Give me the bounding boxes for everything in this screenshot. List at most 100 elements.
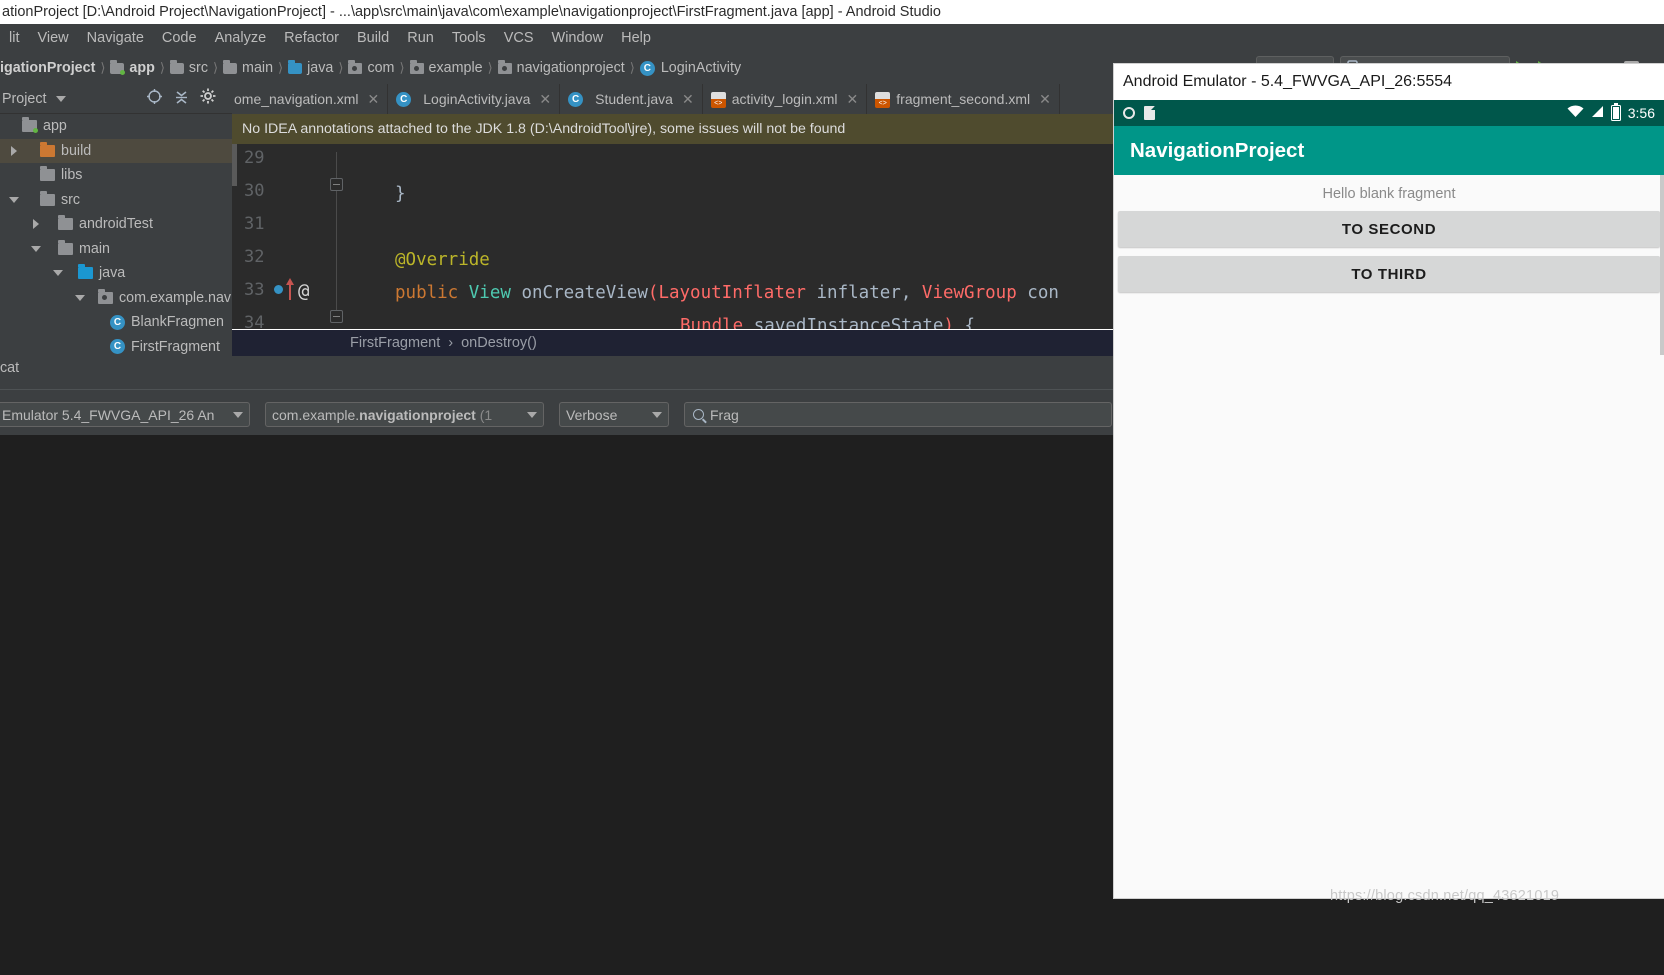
code-fold-marker[interactable] xyxy=(330,310,343,323)
menu-item-navigate[interactable]: Navigate xyxy=(78,30,153,46)
gear-icon[interactable] xyxy=(200,88,216,109)
record-icon xyxy=(1123,107,1135,119)
breadcrumb-item-src[interactable]: src xyxy=(169,59,208,76)
tree-node-androidtest[interactable]: androidTest xyxy=(0,212,232,237)
breadcrumb-item-loginactivity[interactable]: C LoginActivity xyxy=(639,60,741,76)
code-line-32: @Override xyxy=(395,250,490,270)
editor-tab-nav-graph[interactable]: ome_navigation.xml ✕ xyxy=(232,84,389,114)
menu-item-code[interactable]: Code xyxy=(153,30,206,46)
status-left-icons xyxy=(1123,106,1155,120)
logcat-output-area xyxy=(0,435,1114,975)
class-icon: C xyxy=(110,314,125,330)
tree-node-src[interactable]: src xyxy=(0,188,232,213)
line-number: 29 xyxy=(244,148,265,168)
breadcrumb-separator-icon: ⟩ xyxy=(629,60,635,75)
logcat-process-selector[interactable]: com.example.navigationproject (1 xyxy=(265,402,544,427)
collapse-arrow-icon[interactable] xyxy=(6,192,22,208)
overriding-method-gutter-icon[interactable] xyxy=(272,283,285,296)
tree-node-blankfragment[interactable]: C BlankFragmen xyxy=(0,310,232,335)
breadcrumb-item-com[interactable]: com xyxy=(348,59,395,76)
tree-node-build[interactable]: build xyxy=(0,138,232,163)
menu-item-edit[interactable]: lit xyxy=(0,30,28,46)
breadcrumb-label: main xyxy=(242,60,274,76)
editor-tab-bar: ome_navigation.xml ✕ C LoginActivity.jav… xyxy=(232,84,1114,114)
breadcrumb-method[interactable]: onDestroy() xyxy=(461,335,537,351)
menu-item-analyze[interactable]: Analyze xyxy=(206,30,276,46)
close-icon[interactable]: ✕ xyxy=(368,91,380,108)
menu-item-help[interactable]: Help xyxy=(612,30,660,46)
package-icon xyxy=(348,59,363,74)
editor-tab-activity-login[interactable]: activity_login.xml ✕ xyxy=(703,84,868,114)
menu-item-view[interactable]: View xyxy=(28,30,77,46)
editor-tab-loginactivity[interactable]: C LoginActivity.java ✕ xyxy=(388,84,561,114)
tree-node-main[interactable]: main xyxy=(0,237,232,262)
editor-tab-student[interactable]: C Student.java ✕ xyxy=(560,84,703,114)
editor-vertical-scrollbar[interactable] xyxy=(232,144,237,186)
to-second-button[interactable]: TO SECOND xyxy=(1118,211,1660,247)
code-editor[interactable]: 29 30 31 32 33 34 @ } @Override public V… xyxy=(232,144,1114,330)
menu-item-window[interactable]: Window xyxy=(543,30,613,46)
tree-node-java[interactable]: java xyxy=(0,261,232,286)
breadcrumb-separator-icon: › xyxy=(448,335,454,351)
close-icon[interactable]: ✕ xyxy=(539,91,551,108)
collapse-arrow-icon[interactable] xyxy=(72,290,88,306)
menu-item-run[interactable]: Run xyxy=(398,30,443,46)
code-line-33: public View onCreateView(LayoutInflater … xyxy=(395,283,1059,303)
tree-node-libs[interactable]: libs xyxy=(0,163,232,188)
folder-icon xyxy=(169,59,184,74)
project-tree[interactable]: app build libs src androidTest main java… xyxy=(0,114,232,359)
breadcrumb-item-example[interactable]: example xyxy=(409,59,483,76)
tree-node-package[interactable]: com.example.nav xyxy=(0,286,232,311)
emulator-title-bar: Android Emulator - 5.4_FWVGA_API_26:5554 xyxy=(1114,64,1664,100)
scroll-from-source-icon[interactable] xyxy=(146,88,163,110)
breadcrumb-item-navigationproject[interactable]: navigationproject xyxy=(497,59,625,76)
source-folder-icon xyxy=(288,59,303,74)
logcat-tab-label[interactable]: cat xyxy=(0,360,19,376)
wifi-icon xyxy=(1567,105,1584,121)
breadcrumb-separator-icon: ⟩ xyxy=(100,60,106,75)
tree-node-label: src xyxy=(61,191,81,208)
breadcrumb-label: app xyxy=(129,60,155,76)
annotation-gutter-icon: @ xyxy=(298,280,310,302)
breadcrumb-label: java xyxy=(307,60,334,76)
chevron-down-icon xyxy=(652,411,662,418)
collapse-arrow-icon[interactable] xyxy=(28,241,44,257)
breadcrumb-item-project[interactable]: igationProject xyxy=(0,60,95,76)
code-fold-marker[interactable] xyxy=(330,178,343,191)
search-value: Frag xyxy=(710,406,739,423)
editor-tab-fragment-second[interactable]: fragment_second.xml ✕ xyxy=(867,84,1060,114)
expand-arrow-icon[interactable] xyxy=(28,216,44,232)
logcat-device-selector[interactable]: Emulator 5.4_FWVGA_API_26 An xyxy=(0,402,250,427)
sd-card-icon xyxy=(1144,106,1155,120)
breadcrumb-item-java[interactable]: java xyxy=(288,59,334,76)
emulator-scrollbar[interactable] xyxy=(1660,175,1664,355)
breadcrumb-item-main[interactable]: main xyxy=(223,59,274,76)
menu-item-build[interactable]: Build xyxy=(348,30,398,46)
logcat-search-input[interactable]: Frag xyxy=(684,402,1112,427)
collapse-arrow-icon[interactable] xyxy=(50,265,66,281)
breadcrumb-separator-icon: ⟩ xyxy=(278,60,284,75)
tree-node-app[interactable]: app xyxy=(0,114,232,139)
close-icon[interactable]: ✕ xyxy=(682,91,694,108)
menu-item-tools[interactable]: Tools xyxy=(443,30,495,46)
chevron-down-icon xyxy=(233,411,243,418)
app-content-area: Hello blank fragment TO SECOND TO THIRD xyxy=(1114,175,1664,898)
collapse-all-icon[interactable] xyxy=(173,88,190,110)
expand-arrow-icon[interactable] xyxy=(6,118,22,134)
close-icon[interactable]: ✕ xyxy=(847,91,859,108)
chevron-down-icon[interactable] xyxy=(55,95,66,102)
menu-item-refactor[interactable]: Refactor xyxy=(275,30,348,46)
device-filter-value: Emulator 5.4_FWVGA_API_26 An xyxy=(2,406,215,423)
breadcrumb-class[interactable]: FirstFragment xyxy=(350,335,440,351)
folder-icon xyxy=(40,190,55,206)
android-emulator-window: Android Emulator - 5.4_FWVGA_API_26:5554… xyxy=(1114,64,1664,898)
to-third-button[interactable]: TO THIRD xyxy=(1118,256,1660,292)
code-line-34: Bundle savedInstanceState) { xyxy=(680,316,976,330)
expand-arrow-icon[interactable] xyxy=(6,143,22,159)
breadcrumb-item-app[interactable]: app xyxy=(110,59,155,76)
breadcrumb-label: com xyxy=(367,60,395,76)
menu-item-vcs[interactable]: VCS xyxy=(495,30,543,46)
logcat-level-selector[interactable]: Verbose xyxy=(559,402,669,427)
project-panel-title[interactable]: Project xyxy=(2,91,47,107)
close-icon[interactable]: ✕ xyxy=(1039,91,1051,108)
